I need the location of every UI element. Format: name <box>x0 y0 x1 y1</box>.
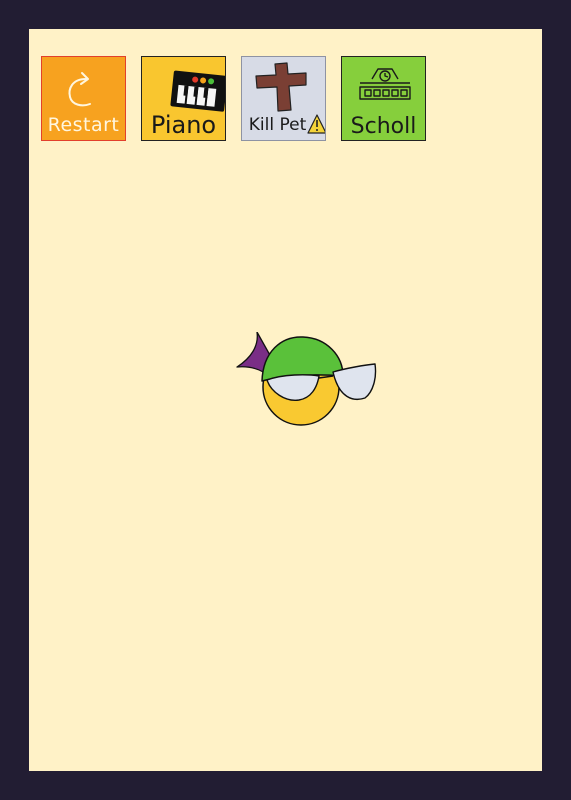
pet-character[interactable] <box>235 331 385 436</box>
restart-label: Restart <box>47 114 120 136</box>
school-label: Scholl <box>350 114 417 139</box>
play-area: Restart Piano Kill Pet Scholl <box>29 29 542 771</box>
kill-pet-button[interactable]: Kill Pet <box>241 56 326 141</box>
piano-label: Piano <box>150 111 217 139</box>
restart-button[interactable]: Restart <box>41 56 126 141</box>
school-button[interactable]: Scholl <box>341 56 426 141</box>
piano-button[interactable]: Piano <box>141 56 226 141</box>
kill-pet-label: Kill Pet <box>248 115 307 135</box>
